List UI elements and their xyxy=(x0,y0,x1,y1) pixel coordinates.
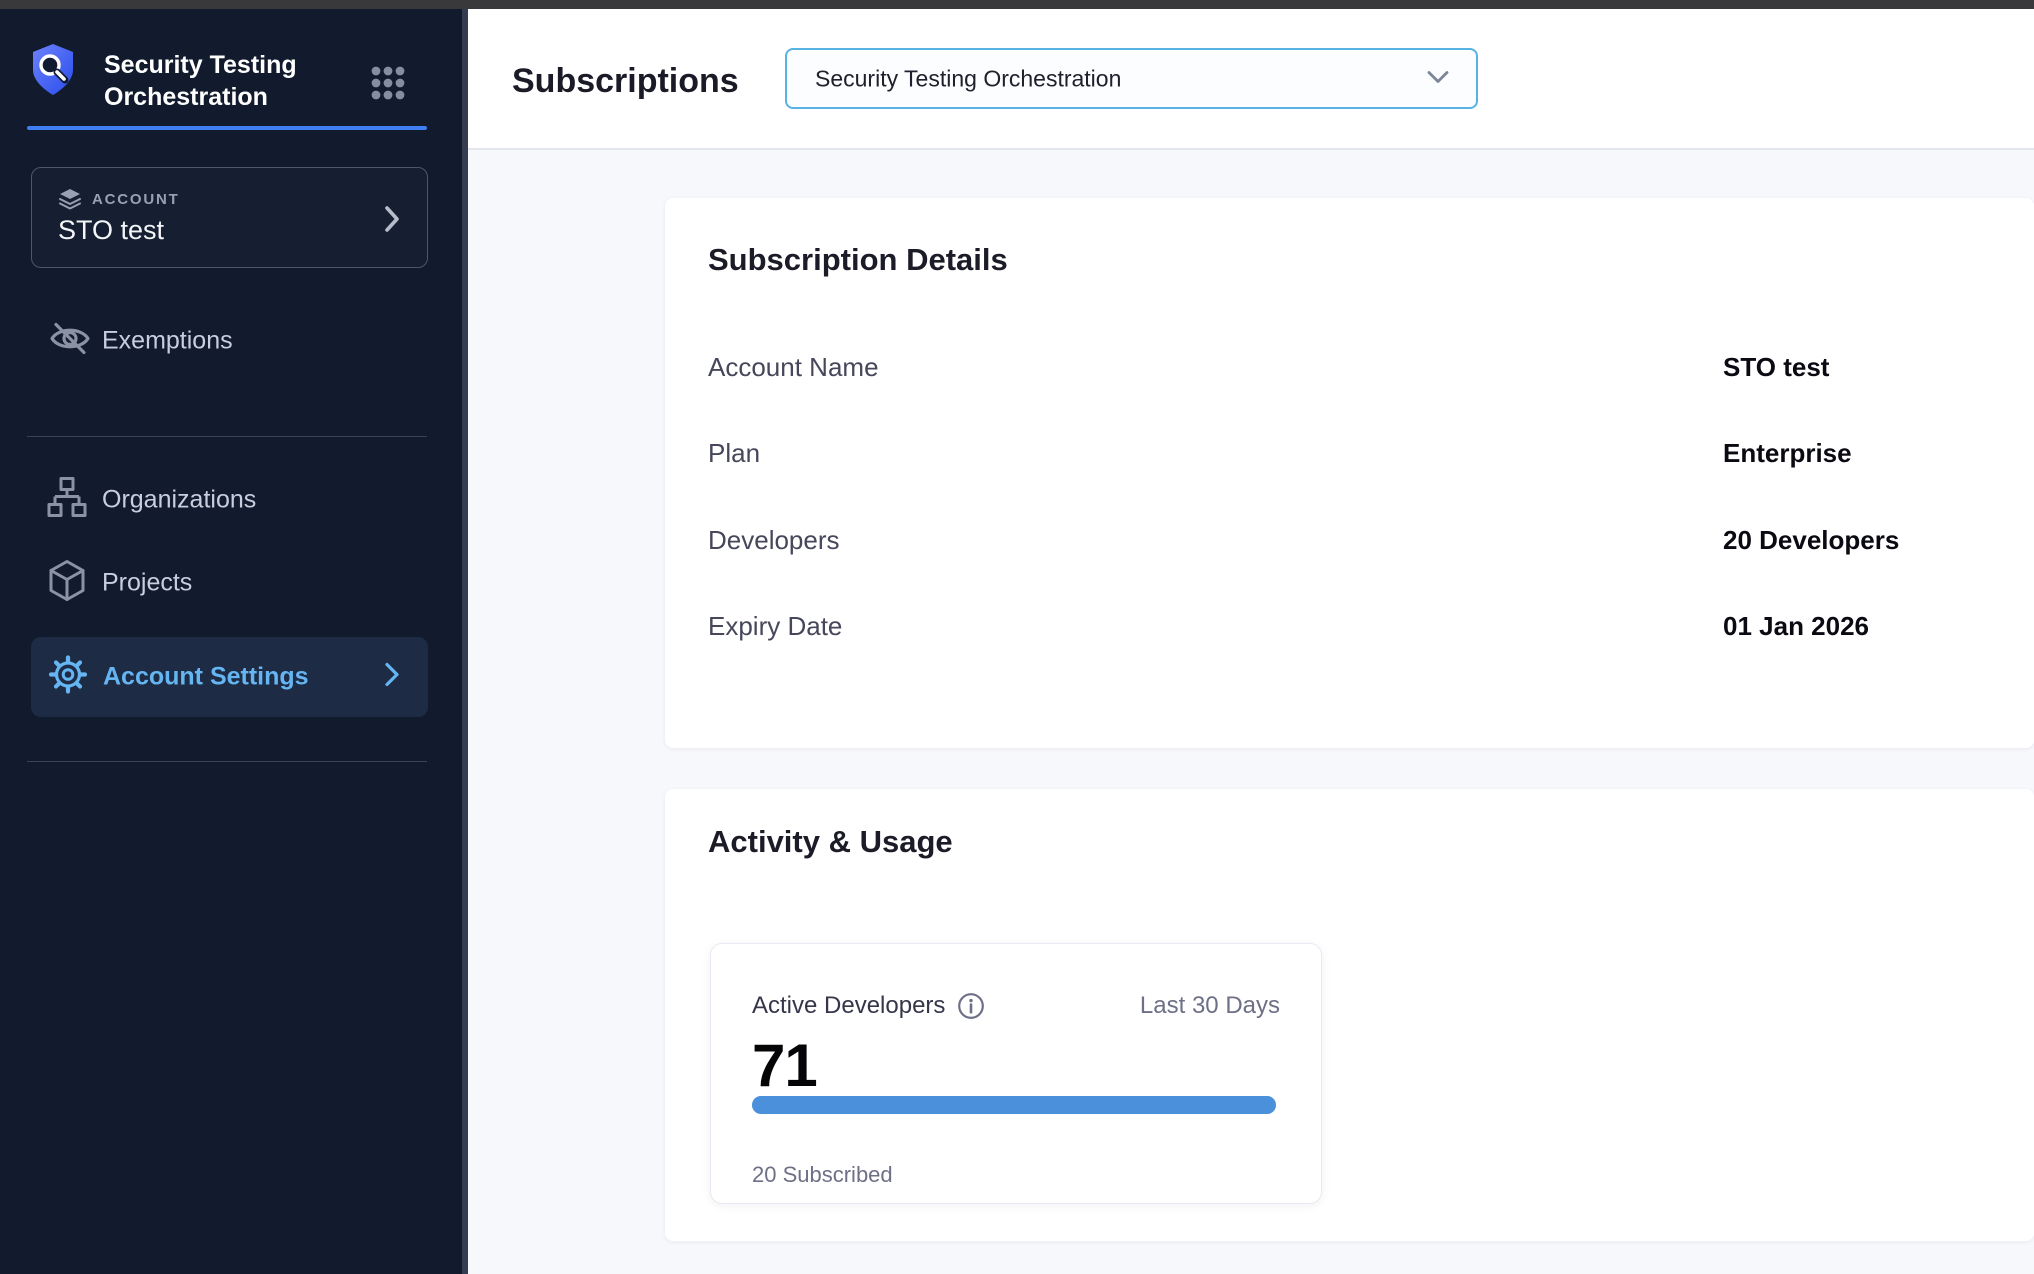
chevron-right-icon xyxy=(383,204,401,239)
detail-label: Expiry Date xyxy=(708,611,842,642)
account-section-label: ACCOUNT xyxy=(92,191,180,208)
stat-period: Last 30 Days xyxy=(1140,992,1280,1020)
module-grid-icon[interactable] xyxy=(368,63,408,108)
detail-value: 20 Developers xyxy=(1723,525,1899,556)
sidebar-item-account-settings[interactable]: Account Settings xyxy=(31,637,428,717)
sidebar-divider xyxy=(27,436,427,437)
subscribed-count-label: 20 Subscribed xyxy=(752,1162,893,1188)
card-title: Activity & Usage xyxy=(708,824,953,860)
sidebar-item-label: Projects xyxy=(102,569,192,598)
app-title: Security Testing Orchestration xyxy=(104,49,354,113)
active-developers-stat-card: Active Developers Last 30 Days 71 20 Sub… xyxy=(710,943,1322,1204)
module-select-dropdown[interactable]: Security Testing Orchestration xyxy=(785,48,1478,109)
shield-search-logo-icon xyxy=(30,43,76,102)
sidebar-item-organizations[interactable]: Organizations xyxy=(31,476,428,524)
active-developers-progress-fill xyxy=(752,1096,1276,1114)
account-name: STO test xyxy=(58,215,164,246)
module-select-value: Security Testing Orchestration xyxy=(815,65,1121,92)
active-developers-progress-track xyxy=(752,1096,1276,1114)
detail-label: Plan xyxy=(708,438,760,469)
org-chart-icon xyxy=(47,476,87,525)
sidebar-divider xyxy=(27,761,427,762)
sidebar-item-label: Exemptions xyxy=(102,327,233,356)
subscription-details-card: Subscription Details Account Name STO te… xyxy=(665,198,2034,748)
detail-value: Enterprise xyxy=(1723,438,1852,469)
page-header: Subscriptions Security Testing Orchestra… xyxy=(468,9,2034,150)
sidebar-accent-underline xyxy=(27,126,427,130)
cube-icon xyxy=(47,559,87,608)
info-icon[interactable] xyxy=(957,992,985,1020)
chevron-right-icon xyxy=(384,662,400,693)
activity-usage-card: Activity & Usage Active Developers Last … xyxy=(665,789,2034,1241)
gear-icon xyxy=(48,655,88,700)
layers-icon xyxy=(58,187,82,216)
detail-label: Account Name xyxy=(708,352,879,383)
sidebar-item-label: Organizations xyxy=(102,486,256,515)
active-developers-count: 71 xyxy=(752,1036,817,1096)
page-title: Subscriptions xyxy=(512,62,739,101)
sidebar-item-exemptions[interactable]: Exemptions xyxy=(31,317,428,365)
sidebar-item-label: Account Settings xyxy=(103,663,309,692)
chevron-down-icon xyxy=(1424,64,1452,93)
stat-label: Active Developers xyxy=(752,992,945,1020)
sidebar: Security Testing Orchestration ACCOUNT xyxy=(0,9,462,1274)
detail-label: Developers xyxy=(708,525,840,556)
sidebar-item-projects[interactable]: Projects xyxy=(31,559,428,607)
account-scope-selector[interactable]: ACCOUNT STO test xyxy=(31,167,428,268)
stat-label-row: Active Developers Last 30 Days xyxy=(752,992,1280,1020)
eye-off-icon xyxy=(47,320,93,363)
app-window: Security Testing Orchestration ACCOUNT xyxy=(0,0,2034,1274)
card-title: Subscription Details xyxy=(708,242,1008,278)
detail-value: 01 Jan 2026 xyxy=(1723,611,1869,642)
detail-value: STO test xyxy=(1723,352,1829,383)
browser-chrome-strip xyxy=(0,0,2034,9)
